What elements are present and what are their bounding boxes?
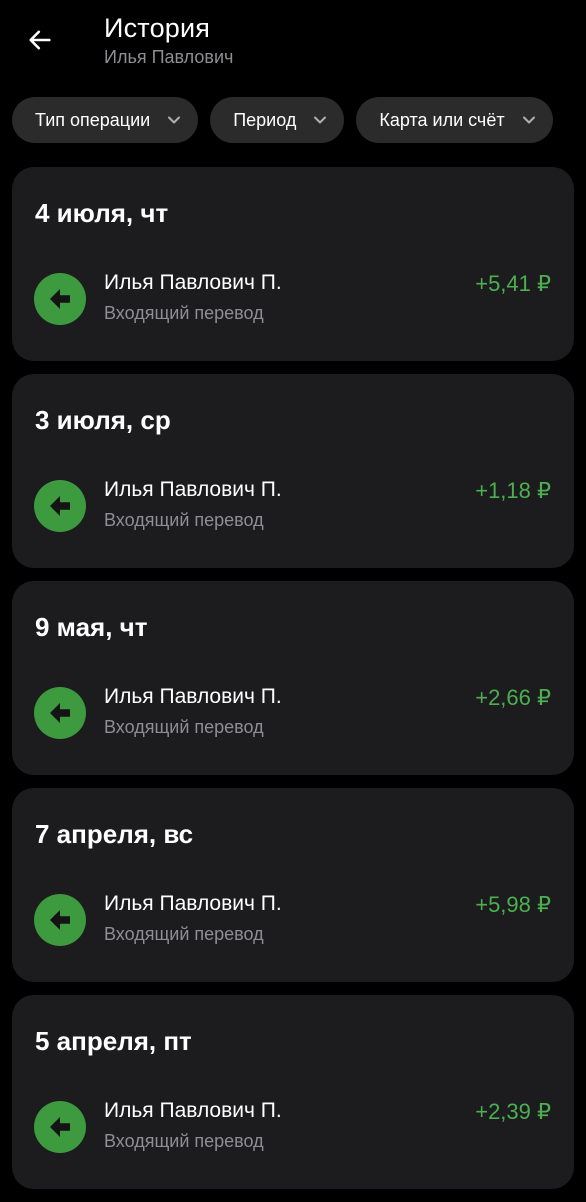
date-heading: 5 апреля, пт — [35, 1026, 192, 1056]
page-title: История — [104, 13, 211, 43]
back-button[interactable] — [22, 22, 58, 58]
chevron-down-icon — [519, 110, 539, 130]
transaction-amount: +2,39 ₽ — [475, 1099, 551, 1124]
chevron-down-icon — [164, 110, 184, 130]
date-group-card: 5 апреля, пт Илья Павлович П. Входящий п… — [12, 995, 574, 1189]
date-heading: 9 мая, чт — [35, 612, 148, 642]
arrow-left-icon — [29, 30, 51, 50]
filter-label: Карта или счёт — [379, 109, 505, 130]
transaction-name: Илья Павлович П. — [104, 478, 282, 501]
transaction-row[interactable]: Илья Павлович П. Входящий перевод +2,66 … — [12, 679, 574, 745]
transaction-amount: +5,41 ₽ — [475, 271, 551, 296]
filter-card-or-account[interactable]: Карта или счёт — [356, 97, 553, 143]
app-header: История Илья Павлович — [0, 0, 586, 90]
transaction-name: Илья Павлович П. — [104, 892, 282, 915]
transaction-type: Входящий перевод — [104, 303, 264, 323]
transaction-row[interactable]: Илья Павлович П. Входящий перевод +2,39 … — [12, 1093, 574, 1159]
transaction-type: Входящий перевод — [104, 510, 264, 530]
chevron-down-icon — [310, 110, 330, 130]
date-group-card: 7 апреля, вс Илья Павлович П. Входящий п… — [12, 788, 574, 982]
date-heading: 7 апреля, вс — [35, 819, 194, 849]
date-group-card: 9 мая, чт Илья Павлович П. Входящий пере… — [12, 581, 574, 775]
transaction-name: Илья Павлович П. — [104, 271, 282, 294]
date-group-card: 3 июля, ср Илья Павлович П. Входящий пер… — [12, 374, 574, 568]
incoming-arrow-icon — [34, 894, 86, 946]
transaction-type: Входящий перевод — [104, 717, 264, 737]
date-heading: 3 июля, ср — [35, 405, 171, 435]
transaction-amount: +1,18 ₽ — [475, 478, 551, 503]
incoming-arrow-icon — [34, 480, 86, 532]
transaction-row[interactable]: Илья Павлович П. Входящий перевод +5,98 … — [12, 886, 574, 952]
transaction-amount: +2,66 ₽ — [475, 685, 551, 710]
page-subtitle: Илья Павлович — [104, 47, 234, 67]
transaction-amount: +5,98 ₽ — [475, 892, 551, 917]
date-heading: 4 июля, чт — [35, 198, 169, 228]
transaction-row[interactable]: Илья Павлович П. Входящий перевод +5,41 … — [12, 265, 574, 331]
incoming-arrow-icon — [34, 273, 86, 325]
filter-bar: Тип операции Период Карта или счёт — [12, 97, 586, 143]
filter-period[interactable]: Период — [210, 97, 345, 143]
filter-label: Период — [233, 109, 297, 130]
incoming-arrow-icon — [34, 687, 86, 739]
filter-label: Тип операции — [35, 109, 151, 130]
transaction-name: Илья Павлович П. — [104, 685, 282, 708]
transaction-name: Илья Павлович П. — [104, 1099, 282, 1122]
filter-operation-type[interactable]: Тип операции — [12, 97, 199, 143]
transaction-type: Входящий перевод — [104, 924, 264, 944]
date-group-card: 4 июля, чт Илья Павлович П. Входящий пер… — [12, 167, 574, 361]
transaction-row[interactable]: Илья Павлович П. Входящий перевод +1,18 … — [12, 472, 574, 538]
transaction-type: Входящий перевод — [104, 1131, 264, 1151]
history-list: 4 июля, чт Илья Павлович П. Входящий пер… — [12, 167, 574, 1202]
incoming-arrow-icon — [34, 1101, 86, 1153]
